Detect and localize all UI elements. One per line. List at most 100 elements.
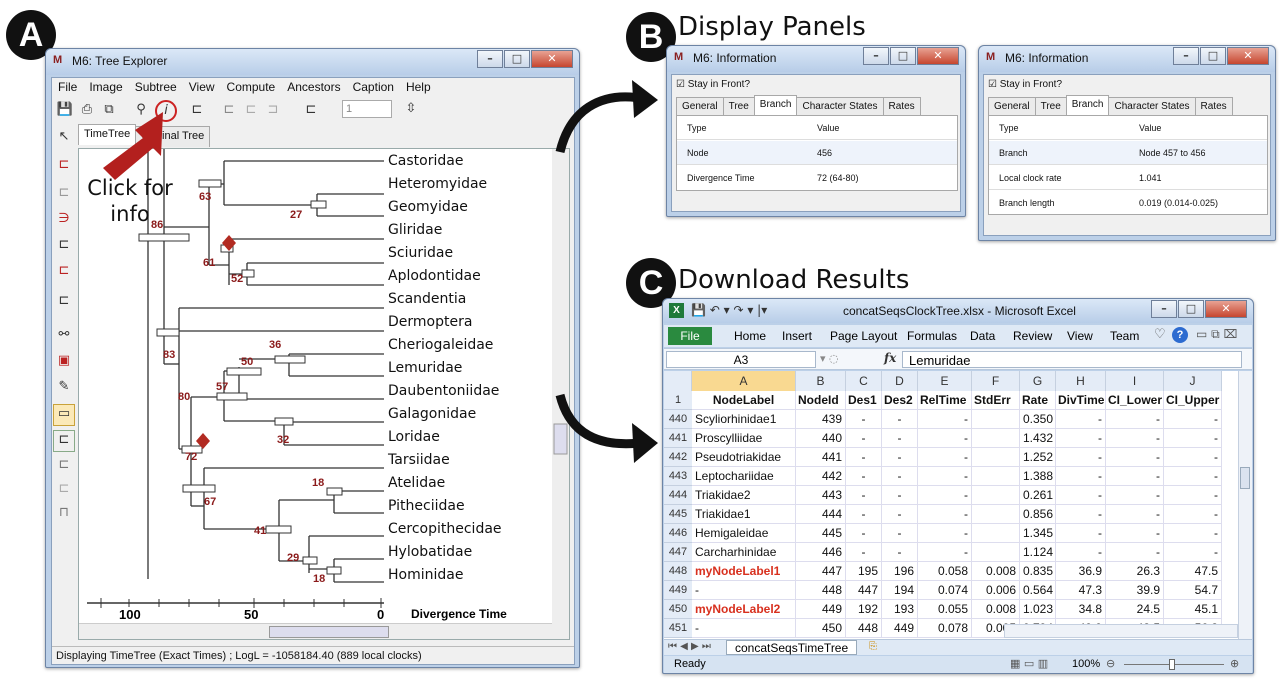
table-cell[interactable]: 1.432: [1020, 429, 1056, 448]
table-cell[interactable]: myNodeLabel1: [692, 562, 796, 581]
quick-access-icons[interactable]: 💾 ↶ ▾ ↷ ▾ |▾: [691, 303, 767, 317]
close-button[interactable]: ✕: [1205, 300, 1247, 318]
table-cell[interactable]: 1.124: [1020, 543, 1056, 562]
tab-general[interactable]: General: [676, 97, 724, 117]
spin-icon[interactable]: ⇳: [402, 100, 420, 118]
node-label[interactable]: 50: [241, 356, 253, 368]
table-cell[interactable]: -: [1056, 467, 1106, 486]
table-cell[interactable]: 47.5: [1164, 562, 1222, 581]
node-label[interactable]: 63: [199, 191, 211, 203]
taxon-label[interactable]: Gliridae: [388, 222, 442, 238]
table-cell[interactable]: 0.261: [1020, 486, 1056, 505]
edit-icon[interactable]: ✎: [55, 378, 73, 396]
node-label[interactable]: 18: [312, 477, 324, 489]
table-cell[interactable]: 34.8: [1056, 600, 1106, 619]
table-cell[interactable]: -: [882, 448, 918, 467]
column-header[interactable]: B: [796, 371, 846, 391]
table-cell[interactable]: 193: [882, 600, 918, 619]
menu-ancestors[interactable]: Ancestors: [281, 78, 346, 96]
collapse-icon[interactable]: ⊏: [55, 262, 73, 280]
ribbon-tab-home[interactable]: Home: [734, 329, 766, 343]
table-cell[interactable]: Scyliorhinidae1: [692, 410, 796, 429]
subtree-icon[interactable]: ⊏: [220, 101, 238, 119]
table-cell[interactable]: 196: [882, 562, 918, 581]
table-cell[interactable]: 0.074: [918, 581, 972, 600]
table-cell[interactable]: 26.3: [1106, 562, 1164, 581]
binoculars-icon[interactable]: ⚯: [55, 326, 73, 344]
header-cell[interactable]: NodeLabel: [692, 391, 796, 410]
table-cell[interactable]: 195: [846, 562, 882, 581]
info-row[interactable]: Branch length 0.019 (0.014-0.025): [989, 191, 1267, 215]
taxon-label[interactable]: Castoridae: [388, 153, 463, 169]
zoom-field[interactable]: 1: [342, 100, 392, 118]
table-cell[interactable]: 1.252: [1020, 448, 1056, 467]
ruler-icon[interactable]: ▭: [53, 404, 75, 426]
help-icon[interactable]: ?: [1172, 327, 1188, 343]
close-button[interactable]: ✕: [531, 50, 573, 68]
node-label[interactable]: 67: [204, 496, 216, 508]
header-cell[interactable]: Rate: [1020, 391, 1056, 410]
table-cell[interactable]: [972, 410, 1020, 429]
row-number[interactable]: 446: [664, 524, 692, 543]
zoom-in-icon[interactable]: ⊕: [1230, 657, 1239, 670]
table-cell[interactable]: 448: [796, 581, 846, 600]
heart-icon[interactable]: ♡: [1154, 327, 1166, 342]
formula-input[interactable]: Lemuridae: [902, 351, 1242, 368]
node-label[interactable]: 80: [178, 391, 190, 403]
table-cell[interactable]: -: [918, 448, 972, 467]
table-cell[interactable]: -: [1056, 486, 1106, 505]
minimize-button[interactable]: –: [477, 50, 503, 68]
subtree-expand-icon[interactable]: ⊐: [264, 101, 282, 119]
table-cell[interactable]: -: [692, 619, 796, 638]
sheet-tab[interactable]: concatSeqsTimeTree: [726, 640, 858, 655]
taxon-label[interactable]: Cercopithecidae: [388, 521, 502, 537]
taxon-label[interactable]: Atelidae: [388, 475, 445, 491]
taxon-label[interactable]: Hylobatidae: [388, 544, 472, 560]
info-row[interactable]: Branch Node 457 to 456: [989, 141, 1267, 165]
table-cell[interactable]: -: [918, 486, 972, 505]
stay-in-front-checkbox[interactable]: ☑ Stay in Front?: [676, 79, 750, 90]
table-cell[interactable]: 441: [796, 448, 846, 467]
table-cell[interactable]: -: [918, 543, 972, 562]
table-cell[interactable]: -: [1106, 429, 1164, 448]
ribbon-tab-data[interactable]: Data: [970, 329, 995, 343]
tab-rates[interactable]: Rates: [1194, 97, 1233, 117]
ribbon-tab-review[interactable]: Review: [1013, 329, 1052, 343]
node-label[interactable]: 52: [231, 273, 243, 285]
table-cell[interactable]: -: [1164, 543, 1222, 562]
taxon-label[interactable]: Daubentoniidae: [388, 383, 499, 399]
table-cell[interactable]: -: [1106, 524, 1164, 543]
horizontal-scrollbar[interactable]: [1004, 624, 1238, 638]
minimize-button[interactable]: –: [1151, 300, 1177, 318]
table-cell[interactable]: Triakidae1: [692, 505, 796, 524]
compress-subtree-icon[interactable]: ⊏: [55, 236, 73, 254]
taxon-label[interactable]: Dermoptera: [388, 314, 472, 330]
table-cell[interactable]: -: [1164, 486, 1222, 505]
tab-branch[interactable]: Branch: [753, 95, 798, 115]
table-cell[interactable]: -: [1056, 410, 1106, 429]
taxon-label[interactable]: Sciuridae: [388, 245, 453, 261]
info-row[interactable]: Divergence Time 72 (64-80): [677, 166, 957, 190]
zoom-slider-thumb[interactable]: [1169, 659, 1175, 670]
tab-general[interactable]: General: [988, 97, 1036, 117]
table-cell[interactable]: 448: [846, 619, 882, 638]
column-header[interactable]: E: [918, 371, 972, 391]
column-header[interactable]: I: [1106, 371, 1164, 391]
minimize-button[interactable]: –: [863, 47, 889, 65]
menu-image[interactable]: Image: [83, 78, 128, 96]
row-number[interactable]: 1: [664, 391, 692, 410]
table-cell[interactable]: 47.3: [1056, 581, 1106, 600]
scroll-thumb[interactable]: [269, 626, 389, 638]
spreadsheet-grid[interactable]: A B C D E F G H I J 1 NodeLabel NodeId Des1 Des2 RelTim…: [664, 371, 1252, 639]
table-cell[interactable]: 24.5: [1106, 600, 1164, 619]
branch2-icon[interactable]: ⊏: [55, 480, 73, 498]
column-header[interactable]: D: [882, 371, 918, 391]
table-cell[interactable]: -: [846, 543, 882, 562]
table-cell[interactable]: myNodeLabel2: [692, 600, 796, 619]
taxon-label[interactable]: Aplodontidae: [388, 268, 481, 284]
tab-character-states[interactable]: Character States: [1108, 97, 1196, 117]
table-cell[interactable]: -: [846, 467, 882, 486]
stay-in-front-checkbox[interactable]: ☑ Stay in Front?: [988, 79, 1062, 90]
table-cell[interactable]: -: [1106, 448, 1164, 467]
ribbon-tab-view[interactable]: View: [1067, 329, 1093, 343]
